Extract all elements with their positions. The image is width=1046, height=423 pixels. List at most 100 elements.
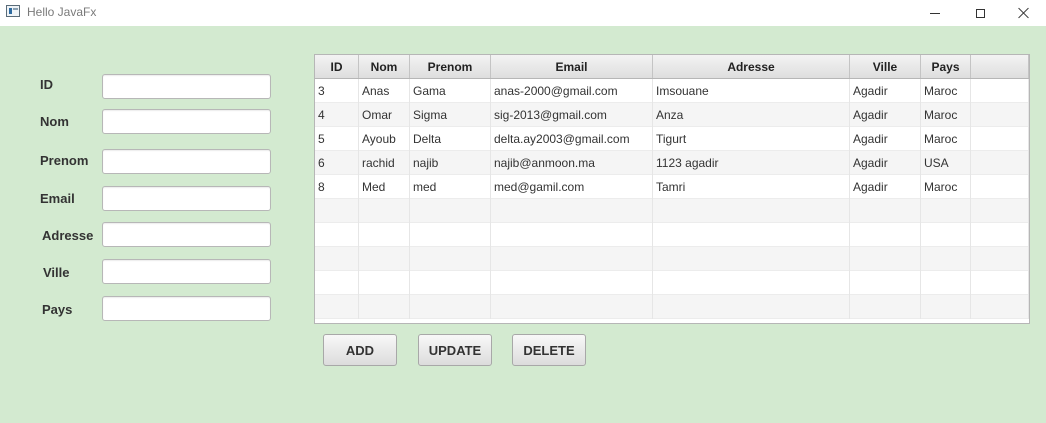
filler-cell [971, 247, 1029, 271]
filler-cell [971, 223, 1029, 247]
table-row[interactable]: 4 Omar Sigma sig-2013@gmail.com Anza Agadir M… [315, 103, 1029, 127]
id-cell [315, 295, 359, 319]
col-adresse-header[interactable]: Adresse [653, 55, 850, 78]
filler-cell [971, 199, 1029, 223]
ville-cell: Agadir [850, 103, 921, 127]
col-ville-header[interactable]: Ville [850, 55, 921, 78]
nom-cell: Med [359, 175, 410, 199]
pays-cell: Maroc [921, 79, 971, 103]
id-cell: 6 [315, 151, 359, 175]
nom-field[interactable] [102, 109, 271, 134]
nom-cell [359, 247, 410, 271]
email-cell [491, 247, 653, 271]
prenom-cell [410, 247, 491, 271]
ville-cell [850, 223, 921, 247]
empty-table-row [315, 247, 1029, 271]
adresse-cell: Imsouane [653, 79, 850, 103]
minimize-icon [930, 12, 940, 14]
ville-cell [850, 271, 921, 295]
table-row[interactable]: 6 rachid najib najib@anmoon.ma 1123 agadir Ag… [315, 151, 1029, 175]
col-prenom-header[interactable]: Prenom [410, 55, 491, 78]
adresse-cell [653, 223, 850, 247]
pays-cell [921, 223, 971, 247]
pays-field[interactable] [102, 296, 271, 321]
id-cell [315, 271, 359, 295]
email-label: Email [40, 191, 75, 206]
pays-cell [921, 247, 971, 271]
prenom-field[interactable] [102, 149, 271, 174]
adresse-cell [653, 271, 850, 295]
email-cell: med@gamil.com [491, 175, 653, 199]
email-cell: delta.ay2003@gmail.com [491, 127, 653, 151]
filler-cell [971, 271, 1029, 295]
table-row[interactable]: 3 Anas Gama anas-2000@gmail.com Imsouane Aga… [315, 79, 1029, 103]
nom-cell [359, 271, 410, 295]
filler-cell [971, 151, 1029, 175]
nom-cell [359, 295, 410, 319]
table-row[interactable]: 8 Med med med@gamil.com Tamri Agadir Maroc [315, 175, 1029, 199]
adresse-cell: Tigurt [653, 127, 850, 151]
nom-cell: rachid [359, 151, 410, 175]
prenom-cell [410, 199, 491, 223]
id-cell [315, 223, 359, 247]
col-id-header[interactable]: ID [315, 55, 359, 78]
filler-cell [971, 79, 1029, 103]
col-pays-header[interactable]: Pays [921, 55, 971, 78]
col-filler-header[interactable] [971, 55, 1029, 78]
students-table[interactable]: ID Nom Prenom Email Adresse Ville Pays 3 Anas Ga… [314, 54, 1030, 324]
delete-button[interactable]: DELETE [512, 334, 586, 366]
close-icon [1018, 7, 1030, 19]
adresse-field[interactable] [102, 222, 271, 247]
pays-cell [921, 271, 971, 295]
nom-cell: Ayoub [359, 127, 410, 151]
ville-cell: Agadir [850, 175, 921, 199]
prenom-label: Prenom [40, 153, 89, 168]
add-button[interactable]: ADD [323, 334, 397, 366]
ville-field[interactable] [102, 259, 271, 284]
email-cell [491, 199, 653, 223]
filler-cell [971, 295, 1029, 319]
col-email-header[interactable]: Email [491, 55, 653, 78]
prenom-cell: Gama [410, 79, 491, 103]
id-cell: 4 [315, 103, 359, 127]
pays-cell: Maroc [921, 127, 971, 151]
prenom-cell: najib [410, 151, 491, 175]
adresse-cell: Tamri [653, 175, 850, 199]
prenom-cell: med [410, 175, 491, 199]
email-field[interactable] [102, 186, 271, 211]
pays-cell: Maroc [921, 103, 971, 127]
adresse-cell: 1123 agadir [653, 151, 850, 175]
prenom-cell: Delta [410, 127, 491, 151]
id-cell: 8 [315, 175, 359, 199]
filler-cell [971, 103, 1029, 127]
ville-cell: Agadir [850, 127, 921, 151]
minimize-button[interactable] [912, 0, 958, 26]
adresse-label: Adresse [42, 228, 94, 243]
ville-cell [850, 295, 921, 319]
ville-cell [850, 199, 921, 223]
empty-table-row [315, 295, 1029, 319]
ville-cell [850, 247, 921, 271]
email-cell [491, 271, 653, 295]
empty-table-row [315, 223, 1029, 247]
ville-cell: Agadir [850, 79, 921, 103]
email-cell: najib@anmoon.ma [491, 151, 653, 175]
prenom-cell [410, 223, 491, 247]
adresse-cell: Anza [653, 103, 850, 127]
ville-label: Ville [43, 265, 70, 280]
adresse-cell [653, 247, 850, 271]
close-button[interactable] [1001, 0, 1046, 26]
id-field[interactable] [102, 74, 271, 99]
col-nom-header[interactable]: Nom [359, 55, 410, 78]
pays-cell: Maroc [921, 175, 971, 199]
empty-table-row [315, 199, 1029, 223]
update-button[interactable]: UPDATE [418, 334, 492, 366]
nom-cell: Anas [359, 79, 410, 103]
window-title: Hello JavaFx [27, 5, 97, 19]
nom-cell [359, 199, 410, 223]
table-row[interactable]: 5 Ayoub Delta delta.ay2003@gmail.com Tigurt… [315, 127, 1029, 151]
email-cell: anas-2000@gmail.com [491, 79, 653, 103]
maximize-button[interactable] [957, 0, 1003, 26]
maximize-icon [975, 8, 985, 18]
email-cell [491, 295, 653, 319]
